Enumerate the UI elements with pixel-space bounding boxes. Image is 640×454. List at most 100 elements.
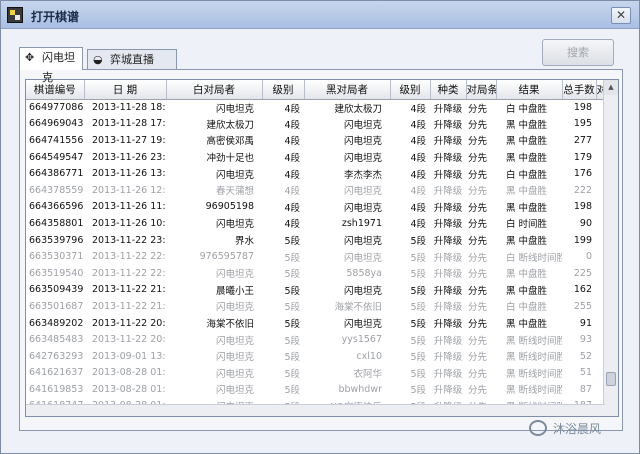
- scrollbar-thumb[interactable]: [606, 372, 616, 386]
- cell-condition-text: 分先: [468, 368, 488, 380]
- cell-id-text: 663485483: [29, 334, 84, 346]
- table-row[interactable]: 6649770862013-11-28 18:0闪电坦克4段建欣太极刀4段升降级…: [26, 99, 604, 116]
- col-header-id[interactable]: 棋谱编号: [26, 80, 85, 100]
- table-row[interactable]: 6427632932013-09-01 13:5闪电坦克5段cxl105段升降级…: [26, 348, 604, 365]
- tab-flash-tank[interactable]: ✥ 闪电坦克: [19, 47, 83, 84]
- table-row[interactable]: 6635094392013-11-22 21:4晨曦小王5段闪电坦克5段升降级分…: [26, 282, 604, 299]
- cell-condition: 分先: [466, 348, 496, 365]
- cell-result-text: 中盘胜: [518, 302, 548, 314]
- col-header-black-player[interactable]: 黑对局者: [304, 80, 391, 100]
- table-row[interactable]: 6643867712013-11-26 13:0闪电坦克4段李杰李杰4段升降级分…: [26, 165, 604, 182]
- cell-date-text: 13:5: [150, 350, 166, 362]
- col-header-result[interactable]: 结果: [496, 80, 563, 100]
- cell-kind: 升降级: [430, 265, 466, 282]
- cell-id: 663509439: [26, 282, 84, 299]
- cell-kind: 升降级: [430, 232, 466, 249]
- cell-id-text: 664378559: [29, 184, 84, 196]
- cell-condition: 分先: [466, 381, 496, 398]
- go-board-icon: [7, 7, 23, 23]
- cell-white-level: 4段: [262, 215, 304, 232]
- table-row[interactable]: 6643785592013-11-26 12:0春天蒲想4段闪电坦克4段升降级分…: [26, 182, 604, 199]
- cell-kind: 升降级: [430, 199, 466, 216]
- col-header-condition[interactable]: 对局条件: [466, 80, 497, 100]
- cell-id-text: 664386771: [29, 168, 84, 180]
- col-header-white-level[interactable]: 级别: [262, 80, 305, 100]
- table-row[interactable]: 6635397962013-11-22 23:3界水5段闪电坦克5段升降级分先黑…: [26, 232, 604, 249]
- table-row[interactable]: 6649690432013-11-28 17:3建欣太极刀4段闪电坦克4段升降级…: [26, 116, 604, 133]
- table-row[interactable]: 6416198532013-08-28 01:2闪电坦克5段bbwhdwr5段升…: [26, 381, 604, 398]
- cell-black-player: zsh1971: [304, 215, 390, 232]
- cell-id: 663539796: [26, 232, 84, 249]
- watermark: 沐浴晨风: [529, 418, 639, 440]
- col-header-black-level[interactable]: 级别: [390, 80, 431, 100]
- vertical-scrollbar[interactable]: ▲: [603, 80, 618, 416]
- cell-date-text: 2013-11-22: [92, 234, 148, 246]
- cell-moves-text: 162: [573, 284, 592, 296]
- search-button[interactable]: 搜索: [542, 39, 614, 66]
- cell-condition-text: 分先: [468, 285, 488, 297]
- cell-id: 664386771: [26, 165, 84, 182]
- table-header-row: 棋谱编号 日 期 白对局者 级别 黑对局者 级别 种类 对局条件 结果 总手数 …: [26, 80, 605, 100]
- table-row[interactable]: 6634854832013-11-22 20:2闪电坦克5段yys15675段升…: [26, 331, 604, 348]
- table-row[interactable]: 6643665962013-11-26 11:3969051984段闪电坦克4段…: [26, 199, 604, 216]
- cell-kind: 升降级: [430, 132, 466, 149]
- horizontal-scrollbar[interactable]: [26, 404, 605, 416]
- cell-kind-text: 升降级: [433, 285, 463, 297]
- close-button[interactable]: ✕: [611, 7, 631, 24]
- wechat-icon: [529, 420, 547, 436]
- cell-white-level-text: 4段: [284, 136, 300, 148]
- cell-result-text: 断线时间胜: [518, 252, 562, 264]
- title-bar[interactable]: 打开棋谱 ✕: [1, 1, 639, 29]
- cell-condition: 分先: [466, 365, 496, 382]
- cell-kind-text: 升降级: [433, 335, 463, 347]
- cell-result: 白 断线时间胜: [496, 248, 562, 265]
- cell-black-player: 闪电坦克: [304, 182, 390, 199]
- cell-black-player-text: 李杰李杰: [343, 169, 382, 181]
- cell-kind: 升降级: [430, 381, 466, 398]
- cell-black-level: 4段: [390, 132, 430, 149]
- col-header-white-player[interactable]: 白对局者: [166, 80, 263, 100]
- cell-white-level: 5段: [262, 248, 304, 265]
- cell-date: 2013-11-27 19:0: [84, 132, 166, 149]
- cell-kind-text: 升降级: [433, 319, 463, 331]
- cell-kind-text: 升降级: [433, 269, 463, 281]
- cell-date: 2013-08-28 01:2: [84, 381, 166, 398]
- cell-condition-text: 分先: [468, 186, 488, 198]
- cell-kind-text: 升降级: [433, 136, 463, 148]
- table-row[interactable]: 6635303712013-11-22 22:59765957875段闪电坦克5…: [26, 248, 604, 265]
- cell-result-text: 断线时间胜: [518, 352, 562, 364]
- table-row[interactable]: 6643588012013-11-26 10:5闪电坦克4段zsh19714段升…: [26, 215, 604, 232]
- table-row[interactable]: 6635016872013-11-22 21:2闪电坦克5段海棠不依旧5段升降级…: [26, 298, 604, 315]
- cell-white-player: 建欣太极刀: [166, 116, 262, 133]
- cell-result: 白 中盘胜: [496, 298, 562, 315]
- scroll-up-icon[interactable]: ▲: [604, 80, 618, 95]
- cell-id: 642763293: [26, 348, 84, 365]
- table-row[interactable]: 6647415562013-11-27 19:0高密侯邓禹4段闪电坦克4段升降级…: [26, 132, 604, 149]
- col-header-moves[interactable]: 总手数: [562, 80, 597, 100]
- cell-date-text: 2013-11-26: [92, 151, 148, 163]
- cell-date-text: 11:3: [150, 201, 166, 213]
- cell-id: 663485483: [26, 331, 84, 348]
- cell-result-text: 断线时间胜: [518, 368, 562, 380]
- cell-white-level-text: 4段: [284, 169, 300, 181]
- cell-result-text: 中盘胜: [518, 236, 548, 248]
- cell-white-level: 5段: [262, 298, 304, 315]
- cell-condition: 分先: [466, 165, 496, 182]
- table-row[interactable]: 6645495472013-11-26 23:0冲劲十足也4段闪电坦克4段升降级…: [26, 149, 604, 166]
- table-row[interactable]: 6635195402013-11-22 22:2闪电坦克5段5858ya5段升降…: [26, 265, 604, 282]
- cell-date-text: 2013-11-28: [92, 118, 148, 130]
- cell-result-text: 中盘胜: [518, 269, 548, 281]
- cell-black-level: 4段: [390, 215, 430, 232]
- cell-kind-text: 升降级: [433, 252, 463, 264]
- cell-white-player-text: 界水: [234, 236, 254, 248]
- cell-kind-text: 升降级: [433, 219, 463, 231]
- tab-yicheng-live[interactable]: ◒ 弈城直播: [87, 49, 177, 69]
- cell-white-level: 4段: [262, 165, 304, 182]
- table-row[interactable]: 6416216372013-08-28 01:3闪电坦克5段衣阿华5段升降级分先…: [26, 365, 604, 382]
- game-record-grid[interactable]: 棋谱编号 日 期 白对局者 级别 黑对局者 级别 种类 对局条件 结果 总手数 …: [25, 79, 619, 417]
- cell-condition-text: 分先: [468, 219, 488, 231]
- col-header-date[interactable]: 日 期: [84, 80, 167, 100]
- table-row[interactable]: 6634892022013-11-22 20:3海棠不依旧5段闪电坦克5段升降级…: [26, 315, 604, 332]
- cell-black-player: 闪电坦克: [304, 132, 390, 149]
- col-header-kind[interactable]: 种类: [430, 80, 467, 100]
